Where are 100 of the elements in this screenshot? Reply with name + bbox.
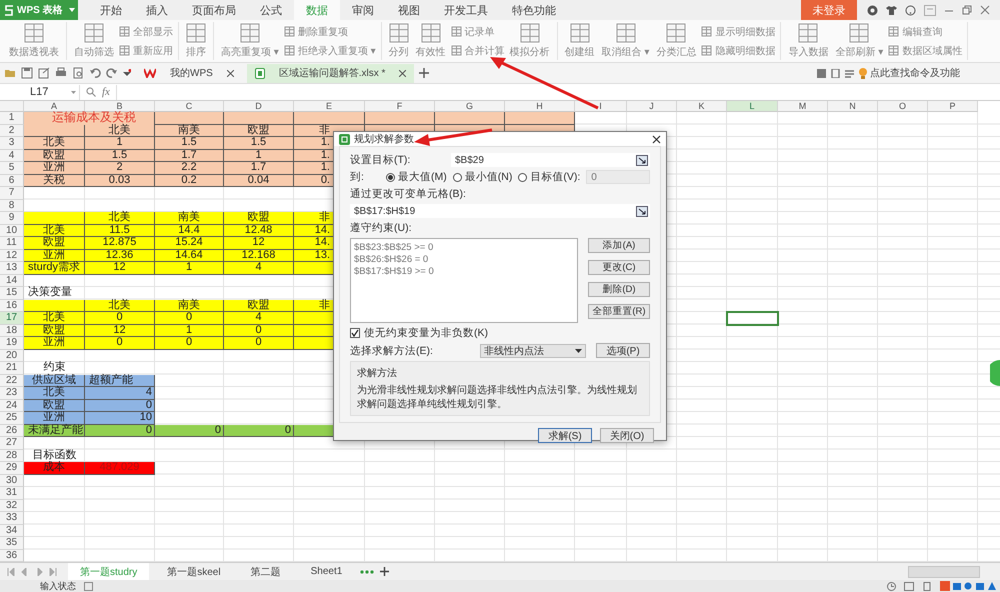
caret-icon[interactable] (123, 69, 131, 77)
checkbox-option[interactable]: 使无约束变量为非负数(K) (350, 326, 650, 340)
close-icon[interactable] (399, 70, 406, 76)
ribbon-button[interactable]: 显示明细数据 (701, 24, 776, 38)
sheet-tab[interactable]: 第一题skeel (155, 563, 233, 580)
ribbon-button[interactable]: 创建组 (562, 22, 597, 60)
menu-tab[interactable]: 页面布局 (180, 0, 248, 20)
dialog-button[interactable]: 更改(C) (588, 260, 650, 275)
ribbon-button[interactable]: 编辑查询 (888, 24, 962, 38)
ribbon-button[interactable]: 数据区域属性 (888, 44, 962, 58)
column-header[interactable]: B (85, 101, 155, 112)
row-header[interactable]: 16 (0, 300, 24, 312)
ribbon-button[interactable]: 删除重复项 (284, 24, 376, 38)
radio-button[interactable] (518, 172, 528, 182)
horizontal-scrollbar[interactable] (908, 566, 980, 578)
menu-tab[interactable]: 开发工具 (432, 0, 500, 20)
column-header[interactable]: O (878, 101, 928, 112)
menu-tab[interactable]: 特色功能 (500, 0, 568, 20)
row-header[interactable]: 26 (0, 424, 24, 437)
column-header[interactable]: K (677, 101, 727, 112)
menu-tab[interactable]: 公式 (248, 0, 294, 20)
radio-option[interactable]: 最大值(M) (386, 170, 447, 184)
ribbon-button[interactable]: 导入数据 (786, 22, 830, 60)
command-search[interactable]: 点此查找命令及功能 (859, 66, 1000, 80)
column-header[interactable]: E (294, 101, 365, 112)
ribbon-button[interactable]: 全部刷新 ▾ (833, 22, 886, 60)
function-button[interactable]: fx (102, 86, 110, 98)
row-header[interactable]: 22 (0, 374, 24, 387)
list-icon[interactable] (845, 68, 854, 78)
row-header[interactable]: 11 (0, 237, 24, 250)
ribbon-button[interactable]: 排序 (184, 22, 208, 60)
sheet-tab[interactable]: 第一题studry (68, 563, 150, 580)
dialog-button[interactable]: 全部重置(R) (588, 304, 650, 319)
dialog-button[interactable]: 添加(A) (588, 238, 650, 253)
shield-icon[interactable] (867, 4, 878, 16)
close-icon[interactable] (652, 134, 661, 144)
panel-icon[interactable] (817, 68, 826, 78)
name-box[interactable]: L17 (0, 84, 80, 100)
print-icon[interactable] (55, 67, 67, 79)
column-header[interactable]: M (778, 101, 828, 112)
ribbon-button[interactable]: 取消组合 ▾ (600, 22, 652, 60)
row-header[interactable]: 35 (0, 537, 24, 550)
radio-option[interactable]: 目标值(V): (518, 170, 580, 184)
redo-icon[interactable] (106, 67, 118, 79)
constraint-list[interactable]: $B$23:$B$25 >= 0 $B$26:$H$26 = 0 $B$17:$H$19 >= 0 (350, 238, 578, 323)
menu-tab[interactable]: 审阅 (340, 0, 386, 20)
preview-icon[interactable] (72, 67, 84, 79)
column-header[interactable]: C (155, 101, 224, 112)
column-header[interactable]: A (24, 101, 85, 112)
close-icon[interactable] (226, 70, 234, 76)
sheet-tab[interactable]: 第二题 (238, 563, 293, 580)
list-item[interactable]: $B$17:$H$19 >= 0 (354, 266, 574, 277)
ribbon-button[interactable]: 分列 (386, 22, 411, 60)
row-header[interactable]: 6 (0, 174, 24, 187)
history-icon[interactable] (887, 582, 896, 590)
search-icon[interactable] (86, 87, 96, 97)
column-header[interactable]: I (575, 101, 627, 112)
side-widget-icon[interactable] (990, 360, 1000, 386)
row-header[interactable]: 19 (0, 337, 24, 350)
row-header[interactable]: 15 (0, 287, 24, 300)
shirt-icon[interactable] (886, 4, 897, 16)
row-header[interactable]: 9 (0, 212, 24, 224)
radio-button[interactable] (386, 172, 395, 182)
dialog-button[interactable]: 删除(D) (588, 282, 650, 297)
page-icon[interactable] (831, 68, 840, 78)
dialog-button[interactable]: 选项(P) (596, 343, 650, 358)
range-picker-icon[interactable] (636, 206, 648, 216)
range-picker-icon[interactable] (636, 154, 648, 166)
row-header[interactable]: 7 (0, 187, 24, 200)
column-header[interactable]: G (435, 101, 505, 112)
row-header[interactable]: 21 (0, 362, 24, 374)
export-icon[interactable] (38, 67, 50, 79)
column-header[interactable]: D (224, 101, 294, 112)
normal-view-icon[interactable] (904, 582, 914, 590)
checkbox[interactable] (350, 328, 360, 338)
plus-icon[interactable] (380, 567, 390, 576)
ribbon-button[interactable]: 合并计算 (450, 44, 505, 58)
column-header[interactable]: L (727, 101, 778, 112)
column-header[interactable]: H (505, 101, 575, 112)
column-header[interactable]: F (365, 101, 435, 112)
row-header[interactable]: 34 (0, 524, 24, 537)
input-field[interactable]: $B$29 (451, 153, 650, 167)
dialog-button[interactable]: 求解(S) (538, 428, 592, 443)
dialog-button[interactable]: 关闭(O) (600, 428, 654, 443)
row-header[interactable]: 25 (0, 412, 24, 424)
row-header[interactable]: 20 (0, 350, 24, 362)
column-header[interactable]: P (928, 101, 978, 112)
column-header[interactable]: J (627, 101, 677, 112)
restore-icon[interactable] (962, 5, 972, 15)
row-header[interactable]: 12 (0, 250, 24, 262)
sheet-tab[interactable]: Sheet1 (298, 563, 354, 580)
dropdown[interactable]: 非线性内点法 (480, 344, 586, 358)
row-header[interactable]: 29 (0, 462, 24, 474)
folder-icon[interactable] (4, 67, 16, 79)
help-icon[interactable] (905, 4, 916, 16)
row-header[interactable]: 8 (0, 200, 24, 212)
plus-icon[interactable] (419, 68, 430, 78)
row-header[interactable]: 4 (0, 150, 24, 162)
radio-option[interactable]: 最小值(N) (452, 170, 512, 184)
radio-button[interactable] (452, 172, 462, 182)
